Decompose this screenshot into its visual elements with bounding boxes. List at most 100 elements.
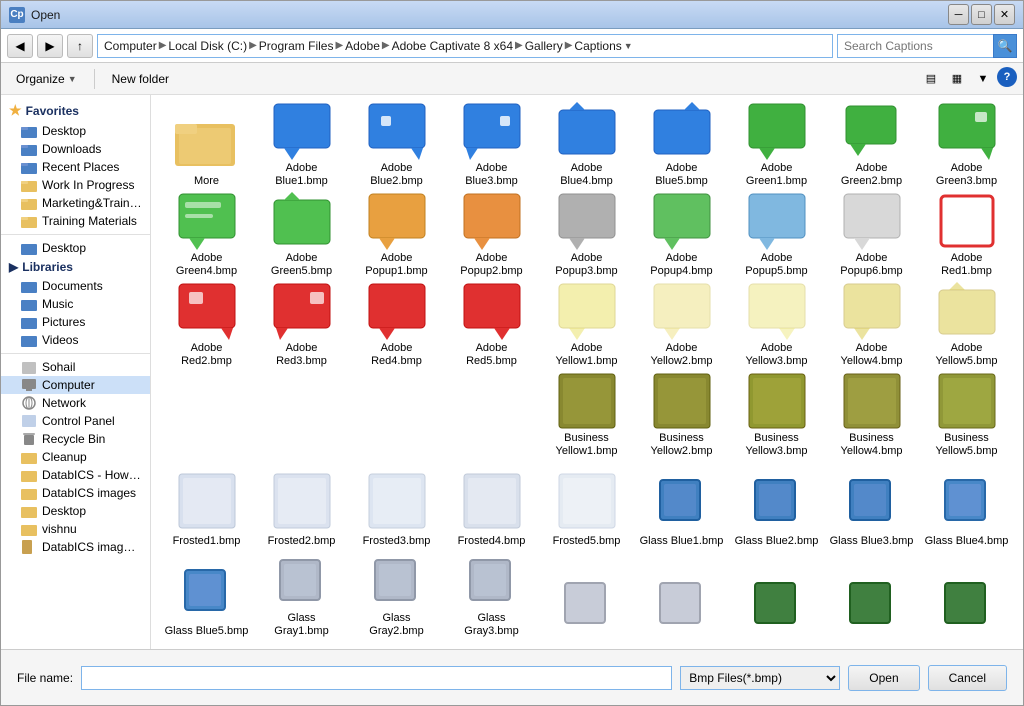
filetype-select[interactable]: Bmp Files(*.bmp) (680, 666, 840, 690)
file-item-partial2[interactable] (634, 553, 729, 643)
file-item-adobe-red5[interactable]: Adobe Red5.bmp (444, 283, 539, 373)
file-item-business-yellow1[interactable]: Business Yellow1.bmp (539, 373, 634, 463)
business-yellow4-icon (842, 372, 902, 430)
file-item-adobe-green1[interactable]: Adobe Green1.bmp (729, 103, 824, 193)
file-item-adobe-yellow3[interactable]: Adobe Yellow3.bmp (729, 283, 824, 373)
file-item-glass-blue5[interactable]: Glass Blue5.bmp (159, 553, 254, 643)
favorites-header[interactable]: ★ Favorites (1, 99, 150, 122)
view-list-button[interactable]: ▤ (919, 67, 943, 91)
desktop3-icon (21, 504, 37, 518)
file-item-adobe-popup6[interactable]: Adobe Popup6.bmp (824, 193, 919, 283)
sidebar-item-recent[interactable]: Recent Places (1, 158, 150, 176)
back-button[interactable]: ◀ (7, 34, 33, 58)
file-item-glass-blue2[interactable]: Glass Blue2.bmp (729, 463, 824, 553)
sidebar-item-databics-images[interactable]: DatabICS images (1, 484, 150, 502)
file-item-glass-gray1[interactable]: Glass Gray1.bmp (254, 553, 349, 643)
file-item-adobe-green2[interactable]: Adobe Green2.bmp (824, 103, 919, 193)
sidebar-item-desktop[interactable]: Desktop (1, 122, 150, 140)
file-item-glass-blue4[interactable]: Glass Blue4.bmp (919, 463, 1014, 553)
file-item-adobe-blue3[interactable]: Adobe Blue3.bmp (444, 103, 539, 193)
file-item-adobe-red2[interactable]: Adobe Red2.bmp (159, 283, 254, 373)
file-item-adobe-popup5[interactable]: Adobe Popup5.bmp (729, 193, 824, 283)
sidebar-item-vishnu[interactable]: vishnu (1, 520, 150, 538)
view-dropdown-button[interactable]: ▼ (971, 67, 995, 91)
sidebar-item-databics-how[interactable]: DatabICS - How t... (1, 466, 150, 484)
sidebar-item-desktop3[interactable]: Desktop (1, 502, 150, 520)
file-item-business-yellow2[interactable]: Business Yellow2.bmp (634, 373, 729, 463)
sidebar-item-cleanup[interactable]: Cleanup (1, 448, 150, 466)
sidebar-item-network[interactable]: Network (1, 394, 150, 412)
file-item-adobe-popup1[interactable]: Adobe Popup1.bmp (349, 193, 444, 283)
file-item-adobe-popup4[interactable]: Adobe Popup4.bmp (634, 193, 729, 283)
sidebar-item-videos[interactable]: Videos (1, 331, 150, 349)
file-item-glass-gray2[interactable]: Glass Gray2.bmp (349, 553, 444, 643)
search-input[interactable] (837, 34, 1017, 58)
sidebar-item-recyclebin[interactable]: Recycle Bin (1, 430, 150, 448)
file-item-business-yellow3[interactable]: Business Yellow3.bmp (729, 373, 824, 463)
sidebar-item-desktop2[interactable]: Desktop (1, 239, 150, 257)
libraries-header[interactable]: ▶ Libraries (1, 257, 150, 277)
file-item-business-yellow5[interactable]: Business Yellow5.bmp (919, 373, 1014, 463)
file-item-glass-blue3[interactable]: Glass Blue3.bmp (824, 463, 919, 553)
star-icon: ★ (9, 102, 22, 119)
view-icon-button[interactable]: ▦ (945, 67, 969, 91)
file-item-adobe-popup2[interactable]: Adobe Popup2.bmp (444, 193, 539, 283)
file-item-adobe-red1[interactable]: Adobe Red1.bmp (919, 193, 1014, 283)
sidebar-item-pictures[interactable]: Pictures (1, 313, 150, 331)
file-item-adobe-blue5[interactable]: Adobe Blue5.bmp (634, 103, 729, 193)
file-item-adobe-blue2[interactable]: Adobe Blue2.bmp (349, 103, 444, 193)
file-item-glass-blue1[interactable]: Glass Blue1.bmp (634, 463, 729, 553)
file-item-adobe-blue4[interactable]: Adobe Blue4.bmp (539, 103, 634, 193)
sidebar-item-controlpanel[interactable]: Control Panel (1, 412, 150, 430)
file-item-adobe-yellow2[interactable]: Adobe Yellow2.bmp (634, 283, 729, 373)
folder-more-icon (175, 114, 239, 168)
cancel-button[interactable]: Cancel (928, 665, 1007, 691)
sidebar-item-marketing[interactable]: Marketing&Training (1, 194, 150, 212)
search-button[interactable]: 🔍 (993, 34, 1017, 58)
sidebar-item-sohail[interactable]: Sohail (1, 358, 150, 376)
open-button[interactable]: Open (848, 665, 919, 691)
desktop-icon (21, 124, 37, 138)
file-item-adobe-red3[interactable]: Adobe Red3.bmp (254, 283, 349, 373)
new-folder-button[interactable]: New folder (103, 66, 178, 92)
file-item-frosted4[interactable]: Frosted4.bmp (444, 463, 539, 553)
file-item-frosted2[interactable]: Frosted2.bmp (254, 463, 349, 553)
close-button[interactable]: ✕ (994, 4, 1015, 25)
filename-input[interactable] (81, 666, 672, 690)
sidebar-item-computer[interactable]: Computer (1, 376, 150, 394)
file-item-partial4[interactable] (824, 553, 919, 643)
file-item-glass-gray3[interactable]: Glass Gray3.bmp (444, 553, 539, 643)
sidebar-item-downloads[interactable]: Downloads (1, 140, 150, 158)
address-path[interactable]: Computer ▶ Local Disk (C:) ▶ Program Fil… (97, 34, 833, 58)
up-button[interactable]: ↑ (67, 34, 93, 58)
file-item-adobe-yellow5[interactable]: Adobe Yellow5.bmp (919, 283, 1014, 373)
file-item-business-yellow4[interactable]: Business Yellow4.bmp (824, 373, 919, 463)
adobe-red3-icon (272, 282, 332, 340)
file-item-more[interactable]: More (159, 103, 254, 193)
help-button[interactable]: ? (997, 67, 1017, 87)
file-item-adobe-yellow1[interactable]: Adobe Yellow1.bmp (539, 283, 634, 373)
file-item-adobe-green4[interactable]: Adobe Green4.bmp (159, 193, 254, 283)
file-item-frosted3[interactable]: Frosted3.bmp (349, 463, 444, 553)
file-item-partial5[interactable] (919, 553, 1014, 643)
file-item-frosted5[interactable]: Frosted5.bmp (539, 463, 634, 553)
file-item-adobe-red4[interactable]: Adobe Red4.bmp (349, 283, 444, 373)
file-item-adobe-blue1[interactable]: Adobe Blue1.bmp (254, 103, 349, 193)
file-item-adobe-yellow4[interactable]: Adobe Yellow4.bmp (824, 283, 919, 373)
sidebar-item-music[interactable]: Music (1, 295, 150, 313)
organize-button[interactable]: Organize ▼ (7, 66, 86, 92)
minimize-button[interactable]: ─ (948, 4, 969, 25)
work-folder-icon (21, 178, 37, 192)
file-item-frosted1[interactable]: Frosted1.bmp (159, 463, 254, 553)
file-item-partial3[interactable] (729, 553, 824, 643)
sidebar-item-databics-zip[interactable]: DatabICS images.zip (1, 538, 150, 556)
file-item-adobe-green5[interactable]: Adobe Green5.bmp (254, 193, 349, 283)
maximize-button[interactable]: □ (971, 4, 992, 25)
sidebar-item-training[interactable]: Training Materials (1, 212, 150, 230)
file-item-adobe-popup3[interactable]: Adobe Popup3.bmp (539, 193, 634, 283)
sidebar-item-workinprogress[interactable]: Work In Progress (1, 176, 150, 194)
sidebar-item-documents[interactable]: Documents (1, 277, 150, 295)
file-item-partial1[interactable] (539, 553, 634, 643)
forward-button[interactable]: ▶ (37, 34, 63, 58)
file-item-adobe-green3[interactable]: Adobe Green3.bmp (919, 103, 1014, 193)
